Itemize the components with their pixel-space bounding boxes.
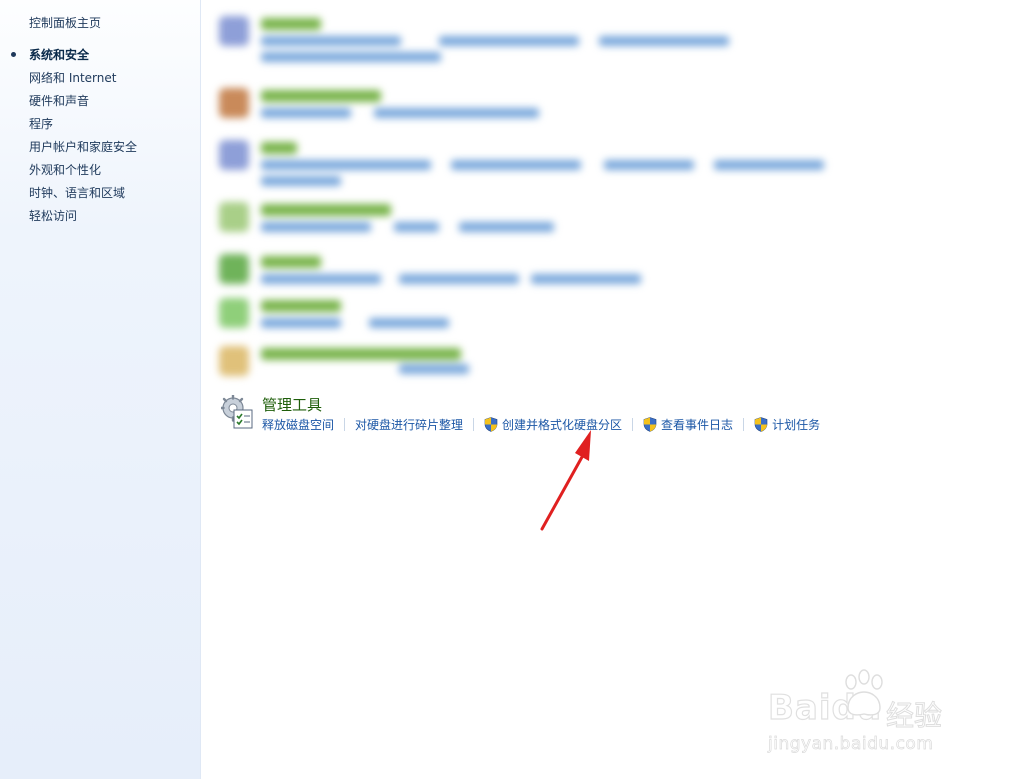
link-label: 计划任务 bbox=[772, 417, 821, 432]
link-label: 对硬盘进行碎片整理 bbox=[355, 417, 464, 432]
admin-tools-category: 管理工具 释放磁盘空间 对硬盘进行碎片整理 创建并格式化硬盘分区 查看事件日志 … bbox=[221, 395, 861, 435]
blurred-icon bbox=[219, 254, 249, 284]
paw-icon bbox=[845, 669, 883, 716]
sidebar-item-system-security[interactable]: 系统和安全 bbox=[11, 47, 137, 70]
defragment-disk-link[interactable]: 对硬盘进行碎片整理 bbox=[355, 416, 463, 433]
sidebar-item-network[interactable]: 网络和 Internet bbox=[29, 70, 137, 93]
uac-shield-icon bbox=[484, 416, 498, 432]
main-content: 管理工具 释放磁盘空间 对硬盘进行碎片整理 创建并格式化硬盘分区 查看事件日志 … bbox=[201, 0, 1010, 779]
sidebar: 控制面板主页 系统和安全 网络和 Internet 硬件和声音 程序 用户帐户和… bbox=[0, 0, 201, 779]
sidebar-item-label: 时钟、语言和区域 bbox=[29, 186, 126, 200]
view-event-logs-link[interactable]: 查看事件日志 bbox=[643, 416, 733, 433]
blurred-icon bbox=[219, 298, 249, 328]
sidebar-category-list: 系统和安全 网络和 Internet 硬件和声音 程序 用户帐户和家庭安全 外观… bbox=[11, 47, 137, 231]
sidebar-item-hardware-sound[interactable]: 硬件和声音 bbox=[29, 93, 137, 116]
sidebar-item-clock-region[interactable]: 时钟、语言和区域 bbox=[29, 185, 137, 208]
current-bullet-icon bbox=[11, 52, 16, 57]
blurred-icon bbox=[219, 140, 249, 170]
sidebar-item-ease-of-access[interactable]: 轻松访问 bbox=[29, 208, 137, 231]
blurred-icon bbox=[219, 346, 249, 376]
sidebar-item-label: 硬件和声音 bbox=[29, 94, 90, 108]
red-arrow-icon bbox=[540, 430, 591, 531]
sidebar-item-label: 网络和 Internet bbox=[29, 71, 117, 85]
baidu-jingyan-watermark: Baidu 经验 jingyan.baidu.com bbox=[767, 668, 958, 758]
create-format-partitions-link[interactable]: 创建并格式化硬盘分区 bbox=[484, 416, 622, 433]
sidebar-item-label: 系统和安全 bbox=[29, 48, 90, 62]
free-disk-space-link[interactable]: 释放磁盘空间 bbox=[262, 416, 334, 433]
admin-tools-title[interactable]: 管理工具 bbox=[262, 394, 322, 415]
sidebar-item-label: 轻松访问 bbox=[29, 209, 78, 223]
sidebar-item-appearance[interactable]: 外观和个性化 bbox=[29, 162, 137, 185]
sidebar-item-programs[interactable]: 程序 bbox=[29, 116, 137, 139]
blurred-category-list bbox=[219, 6, 949, 386]
link-label: 释放磁盘空间 bbox=[262, 417, 335, 432]
admin-tools-links: 释放磁盘空间 对硬盘进行碎片整理 创建并格式化硬盘分区 查看事件日志 计划任务 bbox=[262, 415, 820, 433]
sidebar-item-user-accounts[interactable]: 用户帐户和家庭安全 bbox=[29, 139, 137, 162]
link-separator bbox=[632, 417, 634, 431]
control-panel-home-link[interactable]: 控制面板主页 bbox=[29, 14, 101, 31]
blurred-icon bbox=[219, 202, 249, 232]
link-separator bbox=[473, 417, 475, 431]
sidebar-item-label: 外观和个性化 bbox=[29, 163, 102, 177]
sidebar-item-label: 用户帐户和家庭安全 bbox=[29, 140, 138, 154]
watermark-brand-text: Bai bbox=[767, 687, 832, 728]
uac-shield-icon bbox=[754, 416, 768, 432]
link-label: 查看事件日志 bbox=[661, 417, 734, 432]
sidebar-item-label: 程序 bbox=[29, 117, 54, 131]
watermark-cn: 经验 bbox=[885, 699, 943, 733]
link-label: 创建并格式化硬盘分区 bbox=[502, 417, 623, 432]
uac-shield-icon bbox=[643, 416, 657, 432]
link-separator bbox=[344, 417, 346, 431]
blurred-icon bbox=[219, 16, 249, 46]
link-separator bbox=[743, 417, 745, 431]
admin-tools-icon[interactable] bbox=[221, 395, 253, 429]
schedule-tasks-link[interactable]: 计划任务 bbox=[754, 416, 820, 433]
watermark-url: jingyan.baidu.com bbox=[768, 734, 934, 755]
blurred-icon bbox=[219, 88, 249, 118]
